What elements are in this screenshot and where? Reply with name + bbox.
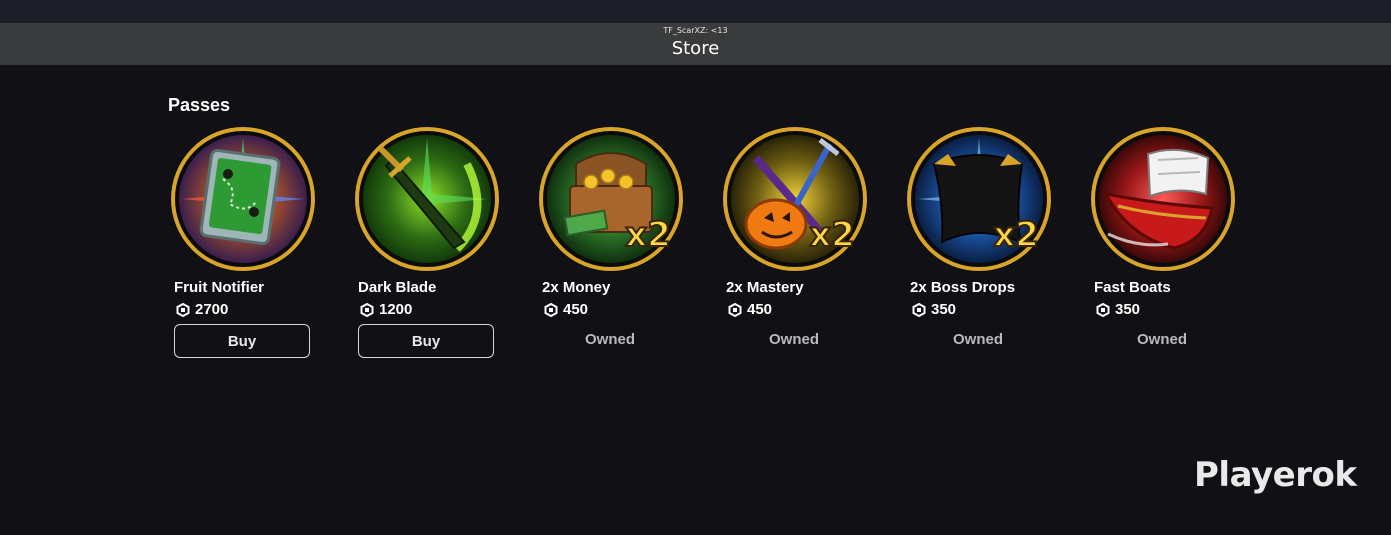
page-title: Store: [671, 38, 720, 59]
x2-badge: x2: [993, 215, 1039, 255]
x2-badge: x2: [809, 215, 855, 255]
pumpkin-swords-icon[interactable]: x2: [720, 124, 870, 274]
robux-icon: [544, 302, 558, 317]
owned-label: Owned: [584, 331, 635, 348]
buy-button[interactable]: Buy: [174, 324, 310, 358]
pass-price: 2700: [176, 301, 228, 318]
pass-price: 350: [1096, 301, 1140, 318]
treasure-chest-icon[interactable]: x2: [536, 124, 686, 274]
map-card-icon[interactable]: [168, 124, 318, 274]
captain-hat-icon[interactable]: x2: [904, 124, 1054, 274]
top-bar: [0, 0, 1391, 23]
robux-icon: [728, 302, 742, 317]
robux-icon: [176, 302, 190, 317]
pass-card-2x-boss-drops: x2 2x Boss Drops 350 Owned: [904, 124, 1088, 364]
section-title: Passes: [168, 95, 231, 115]
price-value: 1200: [379, 301, 413, 318]
player-name-label: TF_ScarXZ: <13: [663, 26, 728, 35]
pass-price: 450: [728, 301, 772, 318]
pass-card-dark-blade: Dark Blade 1200 Buy: [352, 124, 536, 364]
buy-button[interactable]: Buy: [358, 324, 494, 358]
pass-card-fruit-notifier: Fruit Notifier 2700 Buy: [168, 124, 352, 364]
watermark: Playerok: [1194, 455, 1357, 495]
pass-card-2x-mastery: x2 2x Mastery 450 Owned: [720, 124, 904, 364]
ship-icon[interactable]: [1088, 124, 1238, 274]
price-value: 350: [931, 301, 957, 318]
pass-card-fast-boats: Fast Boats 350 Owned: [1088, 124, 1272, 364]
price-value: 450: [747, 301, 773, 318]
sword-icon[interactable]: [352, 124, 502, 274]
robux-icon: [360, 302, 374, 317]
owned-label: Owned: [768, 331, 819, 348]
pass-name: Fast Boats: [1094, 279, 1171, 296]
store-header: TF_ScarXZ: <13 Store: [0, 23, 1391, 65]
pass-price: 450: [544, 301, 588, 318]
pass-name: Dark Blade: [358, 279, 437, 296]
pass-name: 2x Boss Drops: [910, 279, 1016, 296]
owned-label: Owned: [1136, 331, 1187, 348]
owned-label: Owned: [952, 331, 1003, 348]
pass-card-2x-money: x2 2x Money 450 Owned: [536, 124, 720, 364]
price-value: 350: [1115, 301, 1141, 318]
robux-icon: [912, 302, 926, 317]
pass-name: 2x Money: [542, 279, 611, 296]
x2-badge: x2: [625, 215, 671, 255]
pass-price: 1200: [360, 301, 412, 318]
pass-name: Fruit Notifier: [174, 279, 264, 296]
price-value: 450: [563, 301, 589, 318]
price-value: 2700: [195, 301, 229, 318]
robux-icon: [1096, 302, 1110, 317]
pass-price: 350: [912, 301, 956, 318]
pass-name: 2x Mastery: [726, 279, 804, 296]
